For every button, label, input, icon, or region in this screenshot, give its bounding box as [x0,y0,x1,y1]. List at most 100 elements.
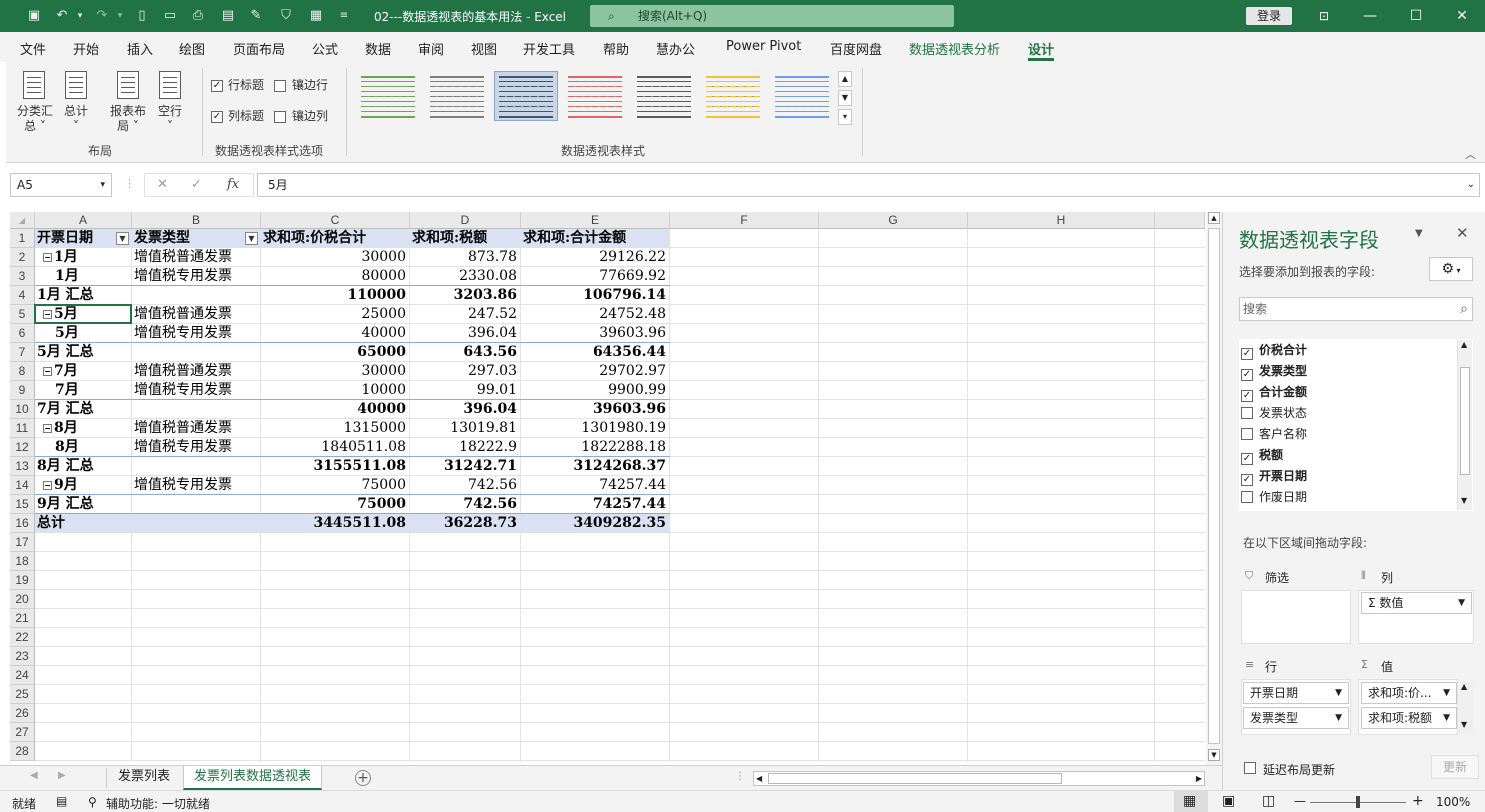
filter-icon[interactable]: ⛉ [278,8,294,24]
cell-d[interactable]: 396.04 [412,400,520,419]
zoom-slider-thumb[interactable] [1356,796,1360,808]
tab-view[interactable]: 视图 [471,39,497,58]
cell-d[interactable]: 643.56 [412,343,520,362]
blank-rows-icon[interactable] [159,71,181,99]
cell-a[interactable]: 1月 汇总 [37,286,131,305]
undo-icon[interactable]: ↶ [54,8,70,24]
cell-e[interactable]: 39603.96 [523,324,669,343]
cell-b[interactable]: 增值税普通发票 [134,248,260,267]
field-list-scrollbar[interactable]: ▲ ▼ [1457,340,1472,510]
row-header[interactable]: 22 [10,628,35,647]
collapse-icon[interactable]: − [43,481,52,490]
scroll-thumb[interactable] [1208,228,1220,744]
cell-b[interactable]: 增值税普通发票 [134,305,260,324]
defer-update-checkbox[interactable] [1244,762,1256,774]
macro-record-icon[interactable]: ▤ [56,794,67,808]
scroll-left-icon[interactable]: ◀ [756,772,762,785]
cell-e[interactable]: 3124268.37 [523,457,669,476]
cell-e[interactable]: 39603.96 [523,400,669,419]
scroll-up-icon[interactable]: ▲ [1208,212,1220,224]
cell-c[interactable]: 1840511.08 [263,438,409,457]
field-item[interactable]: ✓ 税额 [1241,446,1283,465]
select-all-corner[interactable]: ◢ [10,212,35,229]
grand-totals-icon[interactable] [65,71,87,99]
cell-e[interactable]: 3409282.35 [523,514,669,533]
tab-huibangong[interactable]: 慧办公 [656,39,695,58]
row-header[interactable]: 3 [10,267,35,286]
cell-d[interactable]: 742.56 [412,476,520,495]
row-header[interactable]: 21 [10,609,35,628]
field-item[interactable]: ✓ 发票类型 [1241,362,1307,381]
tab-draw[interactable]: 绘图 [179,39,205,58]
cell-b[interactable]: 发票类型 [134,229,260,248]
cell-d[interactable]: 31242.71 [412,457,520,476]
cell-a[interactable]: −1月 [37,248,131,267]
formula-bar-handle-icon[interactable]: ⋮ [124,177,135,190]
cell-a[interactable]: 9月 汇总 [37,495,131,514]
row-header[interactable]: 4 [10,286,35,305]
login-button[interactable]: 登录 [1246,7,1292,25]
undo-dropdown-icon[interactable]: ▾ [72,8,88,24]
cell-a[interactable]: 5月 汇总 [37,343,131,362]
cell-d[interactable]: 247.52 [412,305,520,324]
form-icon[interactable]: ▦ [308,8,324,24]
row-header[interactable]: 10 [10,400,35,419]
maximize-icon[interactable]: ☐ [1406,6,1426,26]
name-box-dropdown-icon[interactable]: ▾ [100,174,105,196]
next-sheet-icon[interactable]: ▶ [58,770,66,781]
tab-help[interactable]: 帮助 [603,39,629,58]
cell-c[interactable]: 3155511.08 [263,457,409,476]
cell-a[interactable]: 7月 [37,381,131,400]
value-field-tax[interactable]: 求和项:税额 ▼ [1361,707,1457,729]
row-headers-checkbox[interactable]: ✓ [211,80,223,92]
filter-dropdown-icon[interactable]: ▼ [245,232,258,245]
scroll-down-icon[interactable]: ▼ [1208,749,1220,761]
ribbon-display-icon[interactable]: ⊡ [1314,6,1334,26]
row-header[interactable]: 20 [10,590,35,609]
row-header[interactable]: 17 [10,533,35,552]
sheet-tab-pivot[interactable]: 发票列表数据透视表 [183,766,323,790]
tab-file[interactable]: 文件 [20,39,46,58]
column-field-values[interactable]: Σ 数值 ▼ [1361,592,1472,614]
pivot-style-swatch[interactable] [356,71,420,121]
tab-power-pivot[interactable]: Power Pivot [726,39,801,54]
close-icon[interactable]: ✕ [1452,6,1472,26]
insert-function-icon[interactable]: fx [227,174,239,196]
cancel-icon[interactable]: ✕ [157,174,168,196]
cell-b[interactable]: 增值税专用发票 [134,438,260,457]
cell-b[interactable]: 增值税普通发票 [134,419,260,438]
tab-design[interactable]: 设计 [1028,39,1054,58]
grand-totals-button[interactable]: 总计 ˅ [60,104,92,134]
collapse-icon[interactable]: − [43,424,52,433]
gallery-more-icon[interactable]: ▾ [838,109,852,125]
cell-c[interactable]: 30000 [263,362,409,381]
row-header[interactable]: 18 [10,552,35,571]
row-header[interactable]: 25 [10,685,35,704]
prev-sheet-icon[interactable]: ◀ [30,770,38,781]
row-header[interactable]: 23 [10,647,35,666]
cell-a[interactable]: 5月 [37,324,131,343]
pivot-style-swatch[interactable] [701,71,765,121]
name-box[interactable]: A5 ▾ [10,173,112,197]
blank-rows-button[interactable]: 空行 ˅ [154,104,186,134]
row-header[interactable]: 5 [10,305,35,324]
row-header[interactable]: 26 [10,704,35,723]
cell-d[interactable]: 297.03 [412,362,520,381]
field-checkbox[interactable]: ✓ [1241,348,1253,360]
cell-c[interactable]: 80000 [263,267,409,286]
field-checkbox[interactable]: ✓ [1241,390,1253,402]
values-scroll-down-icon[interactable]: ▼ [1461,720,1467,729]
banded-cols-checkbox[interactable] [274,111,286,123]
redo-dropdown-icon[interactable]: ▾ [112,8,128,24]
new-file-icon[interactable]: ▯ [134,8,150,24]
row-header[interactable]: 27 [10,723,35,742]
field-item[interactable]: ✓ 合计金额 [1241,383,1307,402]
cell-a[interactable]: −8月 [37,419,131,438]
cell-c[interactable]: 40000 [263,400,409,419]
row-header[interactable]: 1 [10,229,35,248]
row-header[interactable]: 9 [10,381,35,400]
cell-d[interactable]: 99.01 [412,381,520,400]
cell-d[interactable]: 36228.73 [412,514,520,533]
field-checkbox[interactable]: ✓ [1241,453,1253,465]
cell-c[interactable]: 1315000 [263,419,409,438]
